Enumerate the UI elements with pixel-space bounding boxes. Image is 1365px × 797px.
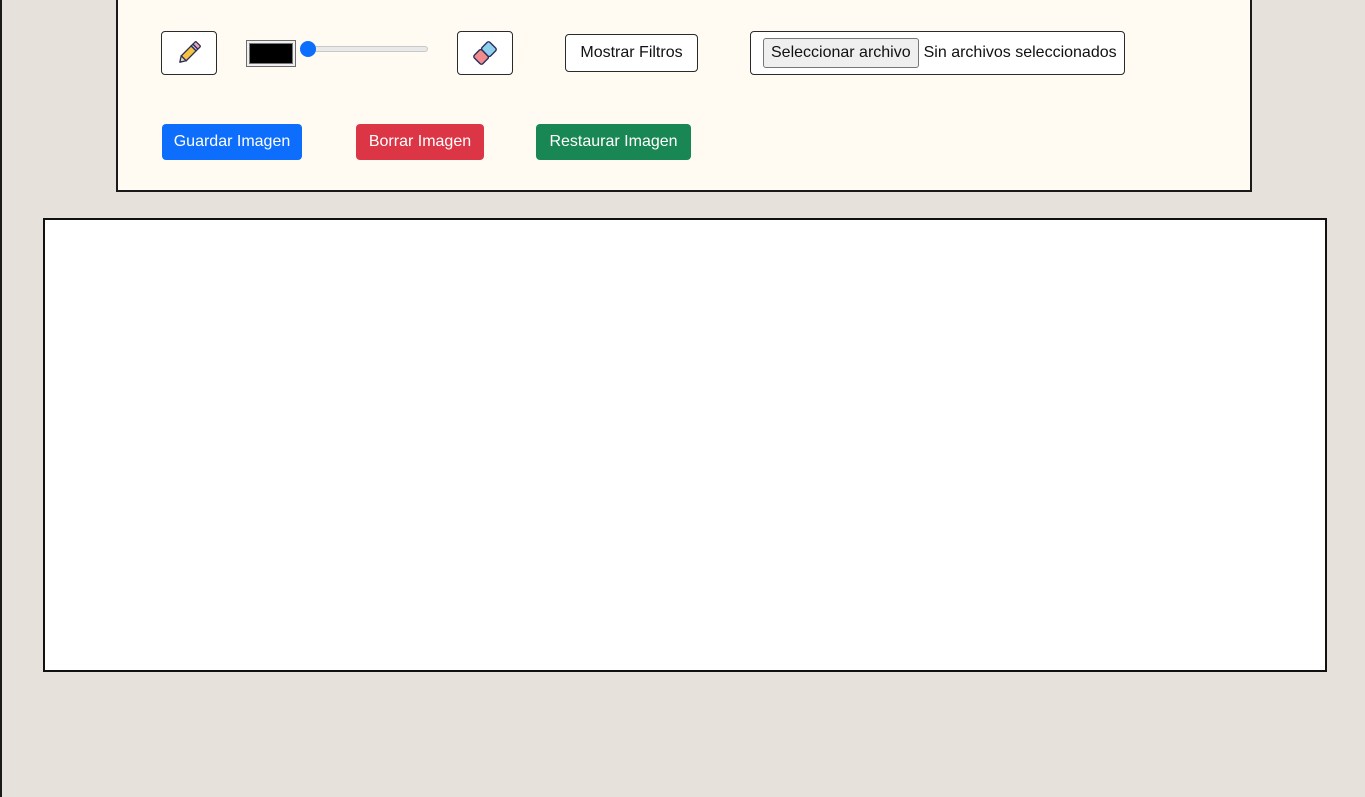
clear-image-button[interactable]: Borrar Imagen — [356, 124, 484, 160]
save-image-button[interactable]: Guardar Imagen — [162, 124, 302, 160]
brush-size-slider[interactable] — [300, 40, 430, 58]
pencil-button[interactable] — [161, 31, 217, 75]
file-input[interactable]: Seleccionar archivo Sin archivos selecci… — [750, 31, 1125, 75]
pencil-icon — [174, 38, 204, 68]
file-status-text: Sin archivos seleccionados — [923, 44, 1117, 61]
eraser-button[interactable] — [457, 31, 513, 75]
drawing-canvas[interactable] — [43, 218, 1327, 672]
color-picker[interactable] — [246, 40, 296, 67]
restore-image-button[interactable]: Restaurar Imagen — [536, 124, 691, 160]
slider-thumb[interactable] — [300, 41, 316, 57]
slider-track — [302, 46, 428, 52]
page-left-border — [0, 0, 2, 797]
toolbar-panel — [116, 0, 1252, 192]
show-filters-button[interactable]: Mostrar Filtros — [565, 34, 698, 72]
eraser-icon — [469, 37, 501, 69]
choose-file-button[interactable]: Seleccionar archivo — [763, 38, 919, 68]
color-swatch — [249, 43, 293, 64]
